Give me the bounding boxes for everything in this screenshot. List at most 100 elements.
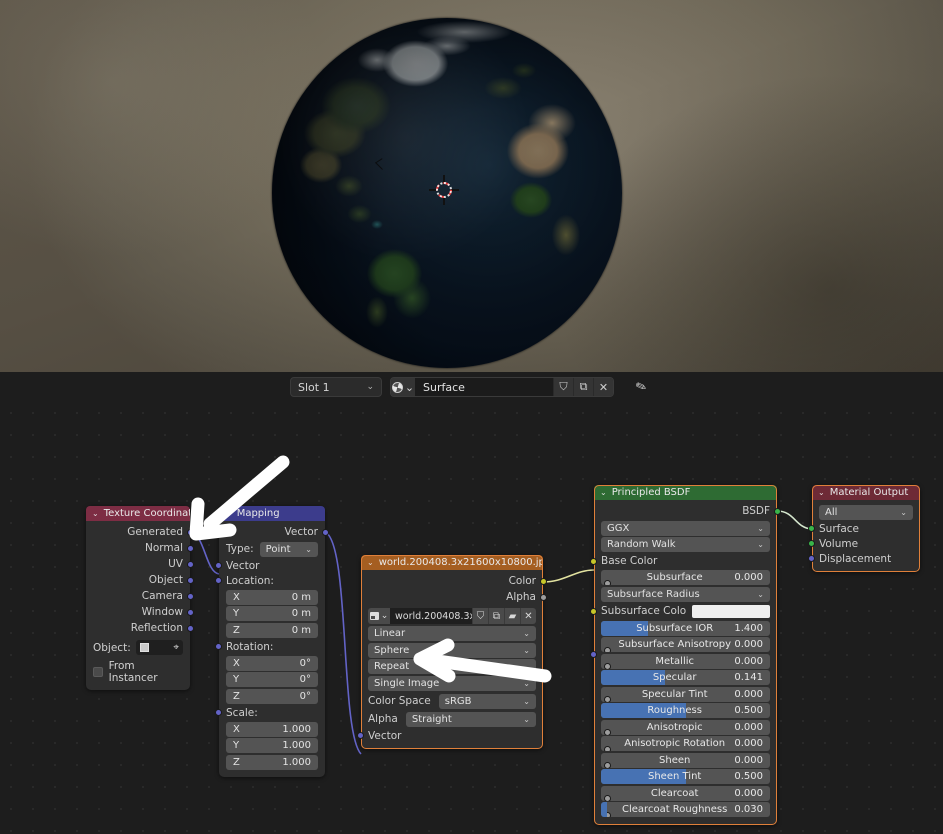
input-socket-location[interactable] [215, 577, 222, 584]
scale-x-field[interactable]: X 1.000 [226, 721, 318, 737]
material-name-field[interactable]: Surface [415, 378, 553, 396]
type-row[interactable]: Type: Point ⌄ [219, 540, 325, 558]
alpha-dropdown[interactable]: Straight ⌄ [405, 711, 536, 727]
output-socket-vector[interactable] [322, 528, 329, 536]
duplicate-icon[interactable]: ⧉ [488, 608, 504, 624]
subsurface-method-dropdown[interactable]: Random Walk ⌄ [601, 537, 770, 552]
property-anisotropic-rotation[interactable]: Anisotropic Rotation 0.000 [601, 736, 770, 751]
folder-icon[interactable]: ▰ [504, 608, 520, 624]
property-specular-tint[interactable]: Specular Tint 0.000 [601, 686, 770, 702]
node-material-output[interactable]: ⌄ Material Output All ⌄ Surface Volume D… [808, 485, 920, 572]
pin-icon[interactable]: ✎ [634, 378, 649, 396]
from-instancer-checkbox[interactable] [93, 667, 103, 677]
output-socket-reflection[interactable] [187, 624, 194, 632]
output-socket-color[interactable] [540, 577, 547, 585]
x-icon[interactable]: ✕ [520, 608, 536, 624]
socket-row-color[interactable]: Color [361, 573, 547, 589]
input-socket-vector[interactable] [215, 562, 222, 569]
color-space-row[interactable]: Color Space sRGB ⌄ [361, 692, 543, 710]
location-z-field[interactable]: Z 0 m [226, 622, 318, 638]
shield-icon[interactable]: ⛉ [553, 378, 573, 396]
extension-dropdown[interactable]: Repeat ⌄ [368, 659, 536, 674]
socket-row-base-color[interactable]: Base Color [590, 554, 777, 569]
image-name-field[interactable]: world.200408.3x2... [390, 608, 472, 624]
material-datablock[interactable]: ⌄ Surface ⛉ ⧉ ✕ [390, 377, 614, 397]
subsurface-radius-dropdown[interactable]: Subsurface Radius ⌄ [590, 586, 770, 659]
node-header-texture-coordinate[interactable]: ⌄ Texture Coordinate [86, 506, 190, 521]
property-roughness[interactable]: Roughness 0.500 [601, 703, 770, 718]
node-image-texture[interactable]: ⌄ world.200408.3x21600x10800.jpg Color A… [357, 555, 547, 749]
scale-y-field[interactable]: Y 1.000 [226, 738, 318, 753]
output-socket-generated[interactable] [187, 528, 194, 536]
input-socket-vector[interactable] [357, 732, 364, 739]
node-texture-coordinate[interactable]: ⌄ Texture Coordinate Generated Normal UV… [86, 506, 194, 690]
collapse-chevron-icon[interactable]: ⌄ [818, 488, 825, 497]
output-socket-object[interactable] [187, 576, 194, 584]
input-socket-subsurface[interactable] [604, 579, 611, 585]
socket-row-vector-in[interactable]: Vector [215, 558, 325, 573]
projection-dropdown[interactable]: Sphere ⌄ [368, 642, 536, 658]
socket-row-generated[interactable]: Generated [86, 524, 194, 540]
rotation-z-field[interactable]: Z 0° [226, 688, 318, 704]
property-sheen-tint[interactable]: Sheen Tint 0.500 [601, 769, 770, 784]
input-socket-subsurface-color[interactable] [590, 607, 597, 615]
object-field[interactable]: ⌖ [135, 640, 183, 655]
node-header-mapping[interactable]: ⌄ Mapping [219, 506, 325, 521]
socket-row-scale[interactable]: Scale: [215, 705, 325, 720]
rotation-y-field[interactable]: Y 0° [226, 672, 318, 687]
socket-row-reflection[interactable]: Reflection [86, 620, 194, 636]
node-header-material-output[interactable]: ⌄ Material Output [812, 485, 920, 500]
output-socket-window[interactable] [187, 608, 194, 616]
input-socket-clearcoat[interactable] [604, 795, 611, 801]
rotation-x-field[interactable]: X 0° [226, 655, 318, 671]
material-slot-dropdown[interactable]: Slot 1 ⌄ [290, 377, 382, 397]
3d-viewport[interactable] [0, 0, 943, 372]
socket-row-vector-out[interactable]: Vector [219, 524, 329, 540]
property-subsurface-anisotropy[interactable]: Subsurface Anisotropy 0.000 [601, 637, 770, 652]
material-sphere-icon[interactable]: ⌄ [391, 378, 415, 396]
socket-row-rotation[interactable]: Rotation: [215, 639, 325, 654]
socket-row-displacement[interactable]: Displacement [808, 551, 920, 566]
output-socket-bsdf[interactable] [774, 507, 781, 515]
socket-row-camera[interactable]: Camera [86, 588, 194, 604]
output-socket-normal[interactable] [187, 544, 194, 552]
property-specular[interactable]: Specular 0.141 [601, 670, 770, 685]
property-anisotropic[interactable]: Anisotropic 0.000 [601, 719, 770, 735]
image-icon[interactable]: ⌄ [368, 608, 390, 624]
location-x-field[interactable]: X 0 m [226, 589, 318, 605]
input-socket-volume[interactable] [808, 540, 815, 547]
socket-row-object[interactable]: Object [86, 572, 194, 588]
node-mapping[interactable]: ⌄ Mapping Vector Type: Point ⌄ Vector Lo… [215, 506, 329, 777]
subsurface-color-swatch[interactable] [692, 604, 770, 618]
socket-row-location[interactable]: Location: [215, 573, 325, 588]
image-datablock-row[interactable]: ⌄ world.200408.3x2... ⛉ ⧉ ▰ ✕ [368, 608, 536, 624]
input-socket-displacement[interactable] [808, 555, 815, 562]
input-socket-scale[interactable] [215, 709, 222, 716]
output-socket-alpha[interactable] [540, 593, 547, 601]
socket-row-uv[interactable]: UV [86, 556, 194, 572]
x-icon[interactable]: ✕ [593, 378, 613, 396]
input-socket-subsurface-anisotropy[interactable] [604, 646, 611, 652]
socket-row-vector-in[interactable]: Vector [357, 728, 543, 743]
input-socket-base-color[interactable] [590, 557, 597, 565]
input-socket-metallic[interactable] [604, 663, 611, 669]
socket-row-volume[interactable]: Volume [808, 536, 920, 551]
distribution-dropdown[interactable]: GGX ⌄ [601, 520, 770, 536]
input-socket-sheen[interactable] [604, 762, 611, 768]
interpolation-dropdown[interactable]: Linear ⌄ [368, 626, 536, 641]
type-dropdown[interactable]: Point ⌄ [259, 541, 318, 557]
input-socket-surface[interactable] [808, 525, 815, 532]
property-sheen[interactable]: Sheen 0.000 [601, 752, 770, 768]
duplicate-icon[interactable]: ⧉ [573, 378, 593, 396]
input-socket-anisotropic-rotation[interactable] [604, 745, 611, 751]
property-subsurface-ior[interactable]: Subsurface IOR 1.400 [601, 620, 770, 636]
collapse-chevron-icon[interactable]: ⌄ [225, 509, 232, 518]
socket-row-bsdf[interactable]: BSDF [594, 503, 781, 519]
eyedropper-icon[interactable]: ⌖ [173, 642, 179, 653]
object-selector-row[interactable]: Object: ⌖ [93, 640, 183, 655]
socket-row-alpha[interactable]: Alpha [361, 589, 547, 605]
input-socket-specular-tint[interactable] [604, 696, 611, 702]
node-header-image-texture[interactable]: ⌄ world.200408.3x21600x10800.jpg [361, 555, 543, 570]
collapse-chevron-icon[interactable]: ⌄ [600, 488, 607, 497]
input-socket-subsurface-radius[interactable] [590, 651, 597, 659]
